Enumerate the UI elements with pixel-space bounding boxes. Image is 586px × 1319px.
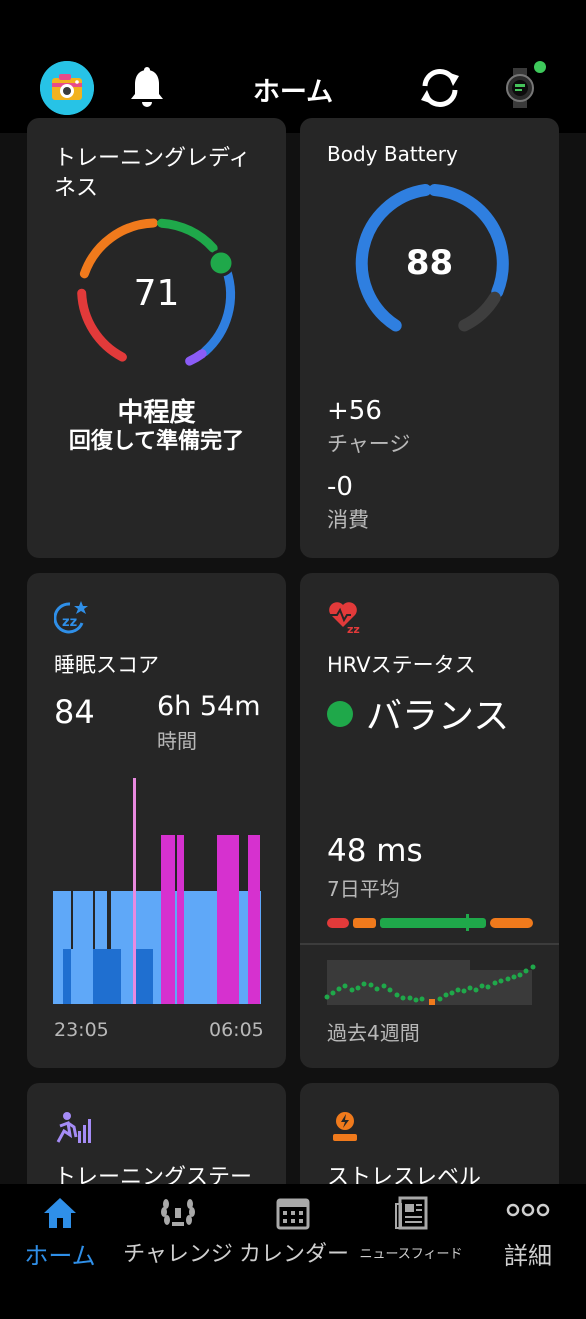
body-battery-drained-label: 消費: [327, 508, 369, 532]
training-readiness-description: 回復して準備完了: [68, 429, 245, 454]
gauge-segment-prime: [185, 349, 207, 366]
watch-icon[interactable]: [505, 66, 535, 110]
gauge-segment-moderate: [157, 218, 218, 253]
nav-newsfeed-label: ニュースフィード: [359, 1247, 463, 1262]
more-dots-icon: [506, 1202, 550, 1222]
nav-more-label: 詳細: [504, 1242, 552, 1270]
body-battery-title: Body Battery: [327, 142, 458, 166]
nav-more[interactable]: 詳細: [478, 1184, 578, 1319]
sleep-stages-chart: [53, 778, 261, 1004]
nav-newsfeed[interactable]: ニュースフィード: [352, 1184, 470, 1319]
training-readiness-title-line2: ネス: [54, 176, 99, 201]
sleep-score: 84: [54, 693, 95, 731]
training-readiness-title-line1: トレーニングレディ: [54, 146, 251, 171]
nav-calendar-label: カレンダー: [238, 1242, 349, 1267]
calendar-icon: [276, 1196, 310, 1234]
hrv-status: バランス: [366, 696, 510, 737]
hrv-value-label: 7日平均: [327, 877, 400, 901]
stress-icon: [331, 1111, 359, 1143]
sleep-start-time: 23:05: [54, 1019, 109, 1041]
body-battery-card[interactable]: Body Battery 88 +56 チャージ -0 消費: [300, 118, 559, 558]
body-battery-value: 88: [405, 243, 454, 283]
newsfeed-icon: [394, 1196, 428, 1234]
laurel-icon: [158, 1196, 198, 1234]
hrv-trend-chart: [324, 960, 536, 1005]
device-connected-badge: [534, 61, 546, 73]
gauge-segment-low: [79, 218, 158, 279]
svg-text:zz: zz: [347, 623, 360, 635]
body-battery-drained-value: -0: [327, 472, 353, 502]
sleep-score-card[interactable]: zz 睡眠スコア 84 6h 54m 時間 23:05 06:05: [27, 573, 286, 1068]
hrv-range-bar: [327, 914, 533, 931]
training-status-icon: [54, 1111, 92, 1145]
page-title: ホーム: [252, 77, 334, 108]
sleep-duration: 6h 54m: [157, 691, 261, 722]
training-readiness-card[interactable]: トレーニングレディ ネス 71 中程度 回復して準備完了: [27, 118, 286, 558]
hrv-heart-icon: zz: [327, 599, 363, 636]
sync-icon[interactable]: [417, 66, 463, 110]
sleep-title: 睡眠スコア: [54, 653, 159, 677]
body-battery-charged-value: +56: [327, 396, 382, 426]
top-bar: ホーム: [0, 0, 586, 133]
sleep-end-time: 06:05: [209, 1019, 264, 1041]
hrv-status-card[interactable]: zz HRVステータス バランス 48 ms 7日平均 過去4週間: [300, 573, 559, 1068]
sleep-duration-label: 時間: [157, 729, 197, 753]
svg-text:zz: zz: [62, 615, 77, 630]
hrv-trend-label: 過去4週間: [327, 1021, 420, 1045]
gauge-marker: [207, 249, 235, 277]
nav-challenges-label: チャレンジ: [123, 1242, 233, 1267]
training-readiness-score: 71: [133, 273, 180, 314]
nav-home-label: ホーム: [24, 1242, 96, 1270]
body-battery-charged-label: チャージ: [327, 432, 411, 456]
hrv-value: 48 ms: [327, 833, 423, 869]
nav-calendar[interactable]: カレンダー: [236, 1184, 352, 1319]
hrv-title: HRVステータス: [327, 653, 476, 677]
hrv-divider: [300, 943, 559, 945]
home-icon: [42, 1196, 78, 1234]
hrv-status-dot: [327, 701, 353, 727]
sleep-zz-icon: zz: [53, 599, 90, 635]
bottom-navigation: ホーム チャレンジ カレンダー ニュースフィード 詳細: [0, 1184, 586, 1319]
nav-challenges[interactable]: チャレンジ: [118, 1184, 238, 1319]
nav-home[interactable]: ホーム: [10, 1184, 110, 1319]
